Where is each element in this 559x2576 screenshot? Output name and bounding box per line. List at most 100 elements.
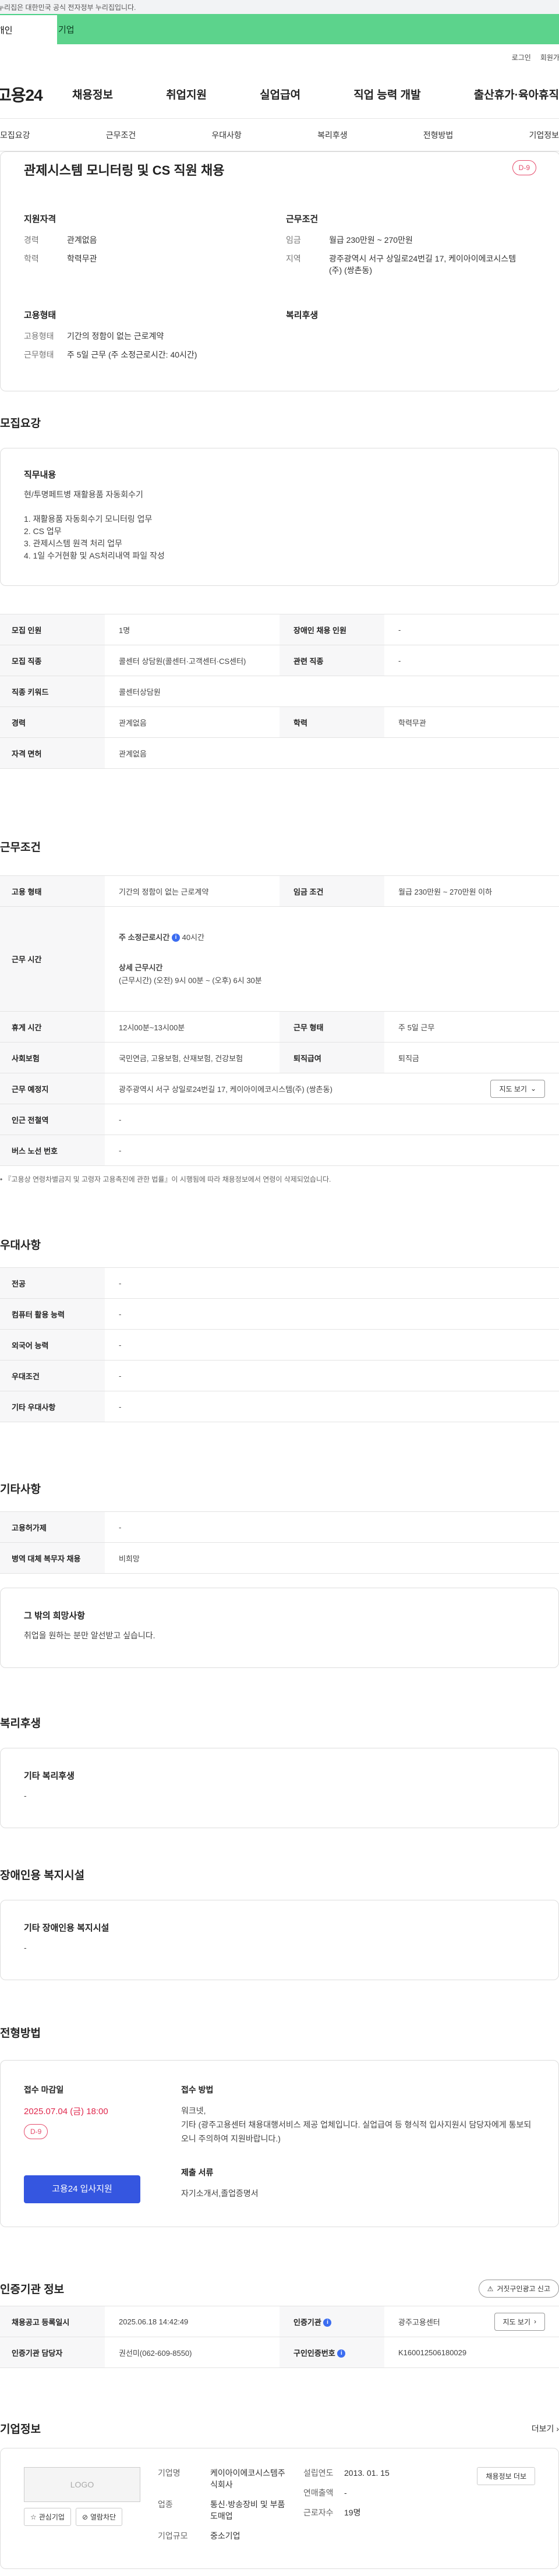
kv-value: 기간의 정함이 없는 근로계약 [67,331,164,341]
table-row: 버스 노선 번호 - [0,1135,559,1166]
dday-badge: D-9 [512,160,536,175]
favorite-company-button[interactable]: ☆ 관심기업 [24,2508,71,2526]
cell-value: 12시00분~13시00분 [105,1011,280,1043]
cell-label: 전공 [0,1267,105,1299]
main-nav: 고용24 채용정보 취업지원 실업급여 직업 능력 개발 출산휴가·육아휴직 [0,70,559,119]
kv-label: 고용형태 [24,331,54,341]
tab-corporate-label: 기업 [58,24,75,35]
company-name-label: 기업명 [158,2468,181,2478]
apply-method-block: 접수 방법 워크넷, 기타 (광주고용센터 채용대행서비스 제공 업체입니다. … [181,2084,535,2203]
section-title-work: 근무조건 [0,842,41,854]
employees-value: 19명 [344,2508,361,2517]
table-row: 고용 형태 기간의 정함이 없는 근로계약 임금 조건 월급 230만원 ~ 2… [0,875,559,907]
nav-item-leave[interactable]: 출산휴가·육아휴직 [474,86,559,102]
cell-value: 콜센터 상담원(콜센터·고객센터·CS센터) [105,645,280,676]
cell-value: - [384,645,559,676]
table-row: 휴게 시간 12시00분~13시00분 근무 형태 주 5일 근무 [0,1011,559,1043]
report-button-label: 거짓구인광고 신고 [497,2285,550,2293]
conditions-heading: 근무조건 [286,214,319,224]
welfare-box-heading: 기타 복리후생 [24,1771,75,1781]
anchor-tabs: 모집요강 근무조건 우대사항 복리후생 전형방법 기업정보 [0,119,559,151]
cert-table: 채용공고 등록일시 2025.06.18 14:42:49 인증기관 i 광주고… [0,2306,559,2368]
table-row: 기타 우대사항 - [0,1391,559,1422]
company-logo: LOGO [24,2467,140,2502]
cert-map-button[interactable]: 지도 보기 › [494,2312,545,2331]
detail-hours-value: (근무시간) (오전) 9시 00분 ~ (오후) 6시 30분 [119,976,262,985]
star-icon: ☆ [30,2513,37,2521]
age-note: • 『고용상 연령차별금지 및 고령자 고용촉진에 관한 법률』이 시행됨에 따… [0,1175,331,1183]
login-link[interactable]: 로그인 [512,52,531,62]
revenue-value: - [344,2488,347,2497]
revenue-label: 연매출액 [303,2488,334,2497]
job-title: 관제시스템 모니터링 및 CS 직원 채용 [24,163,225,178]
cert-header: 인증기관 정보 ⚠ 거짓구인광고 신고 [0,2280,559,2298]
table-row: 경력 관계없음 학력 학력무관 [0,706,559,738]
anchor-preference[interactable]: 우대사항 [211,129,242,141]
chevron-right-icon: › [556,2423,559,2433]
nav-item-training[interactable]: 직업 능력 개발 [353,86,420,102]
company-box: LOGO ☆ 관심기업 ⊘ 열람차단 기업명 케이아이에코시스템주식회사 업종 통신·방… [0,2448,559,2569]
tab-corporate[interactable]: 기업 [57,14,559,44]
utility-links: 로그인 회원가입 [0,44,559,70]
industry-label: 업종 [158,2500,173,2509]
deadline-value: 2025.07.04 (금) 18:00 [24,2107,108,2116]
cell-label: 인증기관 담당자 [0,2337,105,2368]
cell-label: 직종 키워드 [0,676,105,707]
qualification-heading: 지원자격 [24,214,56,224]
info-icon[interactable]: i [337,2349,346,2358]
chevron-down-icon: ⌄ [530,1084,536,1093]
table-row: 모집 직종 콜센터 상담원(콜센터·고객센터·CS센터) 관련 직종 - [0,645,559,676]
preference-table: 전공 - 컴퓨터 활용 능력 - 외국어 능력 - 우대조건 - 기타 우대사항 - [0,1267,559,1422]
anchor-company[interactable]: 기업정보 [529,129,559,141]
cell-label: 휴게 시간 [0,1011,105,1043]
company-name: 케이아이에코시스템주식회사 [210,2468,285,2489]
table-row: 채용공고 등록일시 2025.06.18 14:42:49 인증기관 i 광주고… [0,2306,559,2337]
tab-personal[interactable]: 개인 [0,14,57,44]
anchor-work[interactable]: 근무조건 [106,129,136,141]
map-button[interactable]: 지도 보기 ⌄ [490,1079,545,1098]
nav-item-support[interactable]: 취업지원 [166,86,207,102]
cell-value: - [105,1298,559,1330]
company-jobs-button[interactable]: 채용정보 더보 [477,2467,535,2485]
table-row: 사회보험 국민연금, 고용보험, 산재보험, 건강보험 퇴직급여 퇴직금 [0,1042,559,1073]
summary-employment: 고용형태 고용형태 기간의 정함이 없는 근로계약 근무형태 주 5일 근무 (주 … [24,309,286,368]
cell-label: 모집 인원 [0,614,105,645]
cell-label: 관련 직종 [280,645,384,676]
company-more-label: 더보기 [531,2423,554,2433]
nav-item-jobs[interactable]: 채용정보 [72,86,113,102]
block-company-button[interactable]: ⊘ 열람차단 [75,2508,123,2526]
table-row: 외국어 능력 - [0,1329,559,1361]
anchor-welfare[interactable]: 복리후생 [317,129,348,141]
anchor-recruit[interactable]: 모집요강 [0,129,30,141]
cell-value: 관계없음 [105,706,280,738]
table-row: 인증기관 담당자 권선미(062-609-8550) 구인인증번호 i K160… [0,2337,559,2368]
kv-value: 광주광역시 서구 상일로24번길 17, 케이아이에코시스템(주) (쌍촌동) [329,254,516,275]
work-table: 고용 형태 기간의 정함이 없는 근로계약 임금 조건 월급 230만원 ~ 2… [0,875,559,1166]
place-cell: 광주광역시 서구 상일로24번길 17, 케이아이에코시스템(주) (쌍촌동) … [105,1073,559,1104]
info-icon[interactable]: i [171,934,180,942]
work-hours-cell: 주 소정근로시간 i 40시간 상세 근무시간 (근무시간) (오전) 9시 0… [105,906,559,1012]
company-more-link[interactable]: 더보기 › [532,2423,559,2434]
nav-item-unemployment[interactable]: 실업급여 [260,86,300,102]
cell-label: 자격 면허 [0,737,105,769]
cell-value: 2025.06.18 14:42:49 [105,2306,280,2337]
size-value: 중소기업 [210,2531,240,2540]
signup-link[interactable]: 회원가입 [540,52,559,62]
info-icon[interactable]: i [323,2319,332,2327]
cell-value: 월급 230만원 ~ 270만원 이하 [384,875,559,907]
cell-value: - [105,1329,559,1361]
summary-qualification: 지원자격 경력 관계없음 학력 학력무관 [24,213,286,283]
welfare-box-text: - [24,1791,27,1800]
report-button[interactable]: ⚠ 거짓구인광고 신고 [478,2280,559,2298]
anchor-apply[interactable]: 전형방법 [423,129,454,141]
kv-label: 학력 [24,254,39,263]
cert-number-label-cell: 구인인증번호 i [280,2337,384,2368]
cell-value: 퇴직금 [384,1042,559,1073]
apply-deadline-block: 접수 마감일 2025.07.04 (금) 18:00 D-9 고용24 입사지… [24,2084,181,2203]
cell-label: 고용허가제 [0,1511,105,1543]
place-value: 광주광역시 서구 상일로24번길 17, 케이아이에코시스템(주) (쌍촌동) [119,1084,332,1094]
site-logo[interactable]: 고용24 [0,83,66,106]
apply-button[interactable]: 고용24 입사지원 [24,2175,140,2203]
section-title-disabled: 장애인용 복지시설 [0,1870,85,1882]
kv-value: 학력무관 [67,254,97,263]
